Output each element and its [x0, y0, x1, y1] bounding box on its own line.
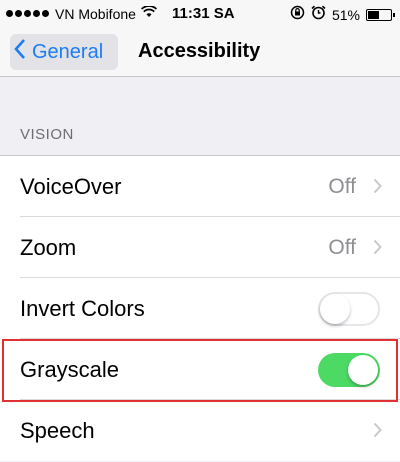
row-voiceover[interactable]: VoiceOver Off	[0, 156, 400, 217]
invert-colors-toggle[interactable]	[318, 292, 380, 326]
battery-fill	[368, 10, 379, 19]
status-time: 11:31 SA	[172, 5, 235, 22]
status-right: 51%	[290, 5, 395, 24]
row-value: Off	[328, 235, 356, 259]
wifi-icon	[140, 5, 157, 22]
row-label: Invert Colors	[20, 295, 145, 321]
chevron-left-icon	[14, 39, 26, 65]
row-invert-colors: Invert Colors	[0, 278, 400, 339]
chevron-right-icon	[373, 174, 382, 200]
orientation-lock-icon	[290, 5, 305, 24]
row-zoom[interactable]: Zoom Off	[0, 217, 400, 278]
status-left: VN Mobifone	[6, 5, 163, 22]
row-grayscale: Grayscale	[0, 339, 400, 400]
toggle-knob	[348, 355, 378, 385]
chevron-right-icon	[373, 418, 382, 444]
section-header-vision: VISION	[20, 126, 74, 143]
row-label: VoiceOver	[20, 173, 122, 199]
signal-strength-icon	[6, 10, 49, 17]
toggle-knob	[320, 294, 350, 324]
battery-percent: 51%	[331, 6, 360, 23]
carrier-name: VN Mobifone	[55, 5, 136, 22]
chevron-right-icon	[373, 235, 382, 261]
row-label: Speech	[20, 417, 95, 443]
status-bar: VN Mobifone 11:31 SA 51%	[0, 0, 400, 28]
alarm-icon	[311, 5, 326, 24]
row-speech[interactable]: Speech	[0, 400, 400, 461]
grayscale-toggle[interactable]	[318, 353, 380, 387]
row-label: Grayscale	[20, 356, 120, 382]
back-button-label: General	[32, 40, 104, 63]
battery-icon	[366, 8, 395, 21]
settings-table: VoiceOver Off Zoom Off Invert Colors Gra…	[0, 155, 400, 461]
back-button[interactable]: General	[10, 34, 118, 70]
row-value: Off	[328, 174, 356, 198]
navigation-bar: General Accessibility	[0, 28, 400, 77]
page-title: Accessibility	[138, 40, 261, 62]
row-label: Zoom	[20, 234, 77, 260]
